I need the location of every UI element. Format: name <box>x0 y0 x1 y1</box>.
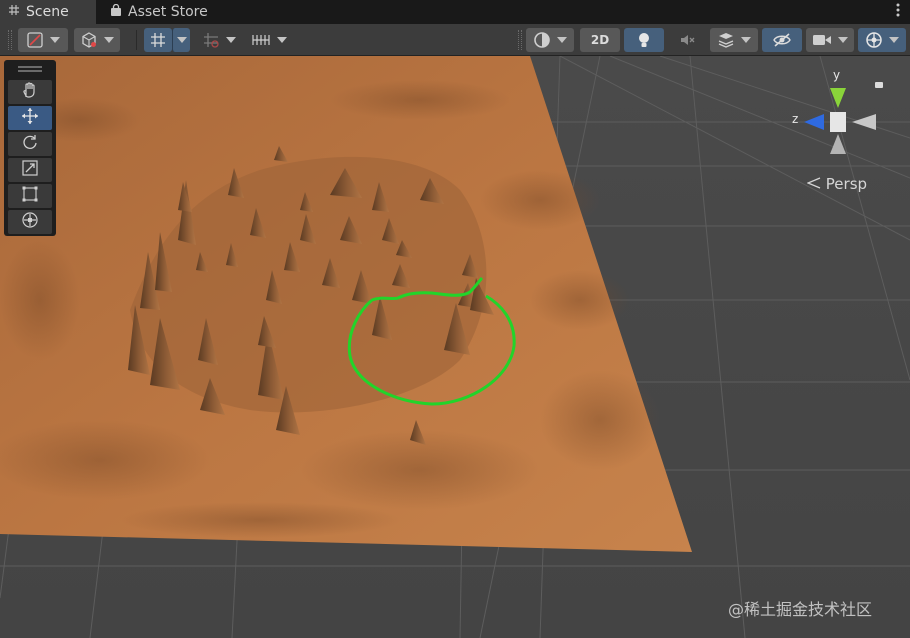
camera-settings-dropdown[interactable] <box>806 28 854 52</box>
draw-mode-dropdown[interactable] <box>18 28 68 52</box>
chevron-down-icon <box>104 37 114 43</box>
speaker-muted-icon <box>678 31 696 49</box>
toolbar-grip-right[interactable] <box>518 30 522 50</box>
toolbar-grip-left[interactable] <box>8 30 12 50</box>
chevron-down-icon <box>557 37 567 43</box>
window-tab-bar: Scene Asset Store <box>0 0 910 24</box>
chevron-down-icon <box>50 37 60 43</box>
gizmo-center-cube[interactable] <box>830 112 846 132</box>
layers-effects-icon <box>717 31 735 49</box>
rect-transform-icon <box>21 185 39 207</box>
lighting-toggle[interactable] <box>624 28 664 52</box>
tools-overlay <box>4 60 56 236</box>
gizmo-z-axis[interactable] <box>804 114 824 130</box>
tab-asset-store-label: Asset Store <box>128 4 208 20</box>
gizmo-z-label: z <box>792 112 799 126</box>
hand-icon <box>21 81 39 103</box>
rotate-tool-button[interactable] <box>8 132 52 156</box>
chevron-down-icon <box>838 37 848 43</box>
toolbar-separator <box>136 30 137 50</box>
scene-camera-mode-dropdown[interactable] <box>74 28 120 52</box>
tab-asset-store[interactable]: Asset Store <box>104 0 208 24</box>
scale-icon <box>21 159 39 181</box>
watermark-text: @稀土掘金技术社区 <box>728 600 873 619</box>
grid-snapping-dropdown[interactable] <box>172 28 190 52</box>
grid-snapping-toggle[interactable] <box>144 28 172 52</box>
scene-viewport[interactable] <box>0 56 910 638</box>
increment-snap-icon <box>202 31 220 49</box>
hand-tool-button[interactable] <box>8 80 52 104</box>
video-camera-icon <box>812 33 832 47</box>
shading-mode-dropdown[interactable] <box>526 28 574 52</box>
grid-ruler-icon <box>251 31 271 49</box>
scale-tool-button[interactable] <box>8 158 52 182</box>
toggle-2d-label: 2D <box>590 33 610 47</box>
shaded-sphere-icon <box>533 31 551 49</box>
tab-scene[interactable]: Scene <box>0 0 96 24</box>
grid-snap-icon <box>149 31 167 49</box>
tab-scene-label: Scene <box>26 4 69 20</box>
gizmo-y-axis[interactable] <box>830 88 846 108</box>
grid-hash-icon <box>8 4 20 20</box>
audio-toggle[interactable] <box>668 28 706 52</box>
move-tool-button[interactable] <box>8 106 52 130</box>
scene-visibility-toggle[interactable] <box>762 28 802 52</box>
chevron-down-icon <box>889 37 899 43</box>
gizmo-neg-y-axis[interactable] <box>830 134 846 154</box>
gizmo-globe-icon <box>865 31 883 49</box>
more-options-icon[interactable] <box>896 3 900 21</box>
perspective-icon <box>806 175 826 193</box>
eye-hidden-icon <box>772 32 792 48</box>
chevron-down-icon <box>176 37 187 43</box>
overlay-drag-handle[interactable] <box>18 66 42 72</box>
gizmos-dropdown[interactable] <box>858 28 906 52</box>
rect-tool-button[interactable] <box>8 184 52 208</box>
chevron-down-icon <box>277 37 287 43</box>
lightbulb-icon <box>636 31 652 49</box>
rotate-icon <box>21 133 39 155</box>
lock-icon[interactable] <box>875 82 883 88</box>
move-arrows-icon <box>21 107 39 129</box>
gizmo-y-label: y <box>833 68 841 82</box>
shopping-bag-icon <box>110 3 122 21</box>
cube-icon <box>80 31 98 49</box>
toggle-2d-button[interactable]: 2D <box>580 28 620 52</box>
projection-toggle[interactable]: Persp <box>806 175 868 193</box>
transform-tool-button[interactable] <box>8 210 52 234</box>
transform-combined-icon <box>21 211 39 233</box>
increment-snap-dropdown[interactable] <box>196 28 242 52</box>
shaded-draw-icon <box>26 31 44 49</box>
chevron-down-icon <box>741 37 751 43</box>
scene-toolbar: 2D <box>0 24 910 56</box>
gizmo-neg-x-axis[interactable] <box>852 114 876 130</box>
effects-dropdown[interactable] <box>710 28 758 52</box>
scene-render[interactable] <box>0 56 910 638</box>
projection-label: Persp <box>825 175 868 193</box>
grid-visibility-dropdown[interactable] <box>246 28 292 52</box>
chevron-down-icon <box>226 37 236 43</box>
